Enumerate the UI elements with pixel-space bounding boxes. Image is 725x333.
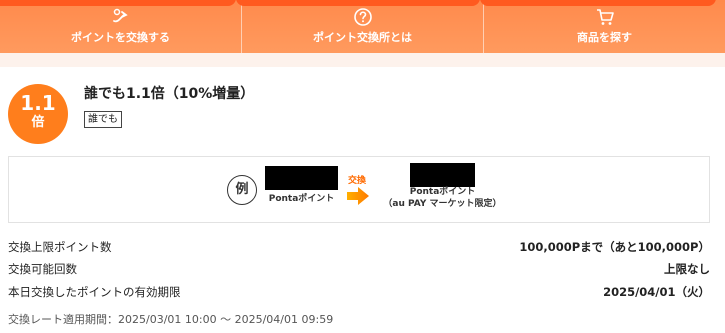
target-point-label: Pontaポイント （au PAY マーケット限定）	[375, 186, 510, 210]
point-exchange-icon	[111, 7, 131, 30]
multiplier-value: 1.1	[20, 91, 56, 115]
info-key: 交換上限ポイント数	[8, 240, 112, 254]
source-logo-redacted	[265, 166, 338, 190]
nav-top-edge	[480, 0, 716, 6]
rate-period: 交換レート適用期間：2025/03/01 10:00 〜 2025/04/01 …	[8, 313, 334, 326]
target-logo-redacted	[410, 163, 475, 187]
offer-title: 誰でも1.1倍（10%増量）	[84, 86, 255, 102]
multiplier-unit: 倍	[31, 115, 45, 130]
top-nav: ポイントを交換する ポイント交換所とは 商品を探す	[0, 0, 725, 53]
info-value: 上限なし	[664, 262, 710, 276]
target-point-note: （au PAY マーケット限定）	[383, 199, 502, 209]
nav-top-edge	[236, 0, 480, 6]
source-point-label: Pontaポイント	[268, 194, 335, 204]
info-key: 交換可能回数	[8, 262, 77, 276]
cart-icon	[595, 7, 615, 30]
target-point-name: Pontaポイント	[409, 187, 476, 197]
multiplier-badge: 1.1 倍	[8, 84, 68, 144]
nav-top-edge	[0, 0, 236, 6]
nav-item-about[interactable]: ポイント交換所とは	[241, 0, 483, 53]
nav-item-label: 商品を探す	[577, 31, 632, 44]
nav-item-label: ポイント交換所とは	[313, 31, 412, 44]
info-key: 本日交換したポイントの有効期限	[8, 285, 181, 299]
nav-underbar	[0, 53, 725, 67]
nav-item-exchange-points[interactable]: ポイントを交換する	[0, 0, 241, 53]
info-value: 100,000Pまで（あと100,000P）	[519, 240, 710, 254]
question-icon	[353, 7, 373, 30]
exchange-example: 例 Pontaポイント 交換 Pontaポイント （au PAY マーケット限定…	[8, 156, 710, 223]
offer-tag: 誰でも	[84, 111, 122, 128]
nav-item-label: ポイントを交換する	[71, 31, 170, 44]
example-mark: 例	[227, 175, 257, 205]
exchange-label: 交換	[348, 176, 367, 186]
nav-item-search-products[interactable]: 商品を探す	[483, 0, 725, 53]
exchange-arrow-icon	[347, 187, 369, 205]
info-value: 2025/04/01（火）	[603, 285, 710, 299]
